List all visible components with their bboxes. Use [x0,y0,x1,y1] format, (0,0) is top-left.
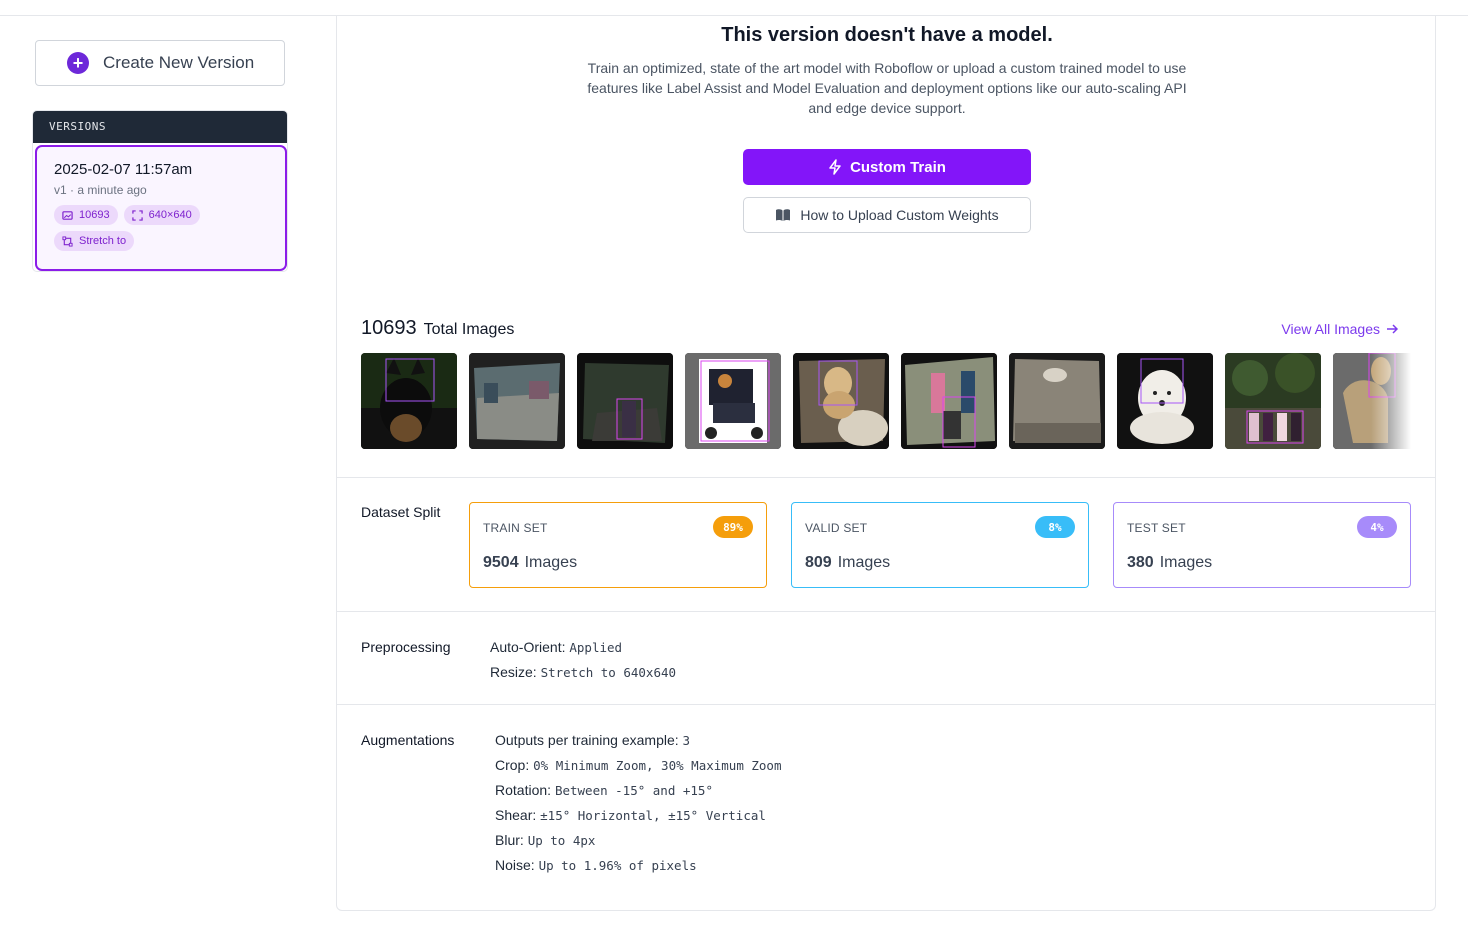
image-count-chip: 10693 [54,205,118,225]
book-icon [776,209,791,221]
augmentation-item: Noise: Up to 1.96% of pixels [495,857,697,873]
augmentation-item: Crop: 0% Minimum Zoom, 30% Maximum Zoom [495,757,782,773]
thumbnail-fade [1371,353,1411,449]
train-set-unit: Images [524,554,578,571]
valid-set-pct: 8% [1035,516,1075,538]
total-images: 10693 Total Images [361,317,514,340]
versions-header: VERSIONS [33,111,287,143]
page-description: Train an optimized, state of the art mod… [587,60,1187,116]
augmentation-item: Blur: Up to 4px [495,832,596,848]
main-panel: This version doesn't have a model. Train… [336,15,1436,911]
page-title: This version doesn't have a model. [721,24,1053,46]
train-set-card: TRAIN SET 89% 9504 Images [469,502,767,588]
train-set-pct: 89% [713,516,753,538]
custom-train-button[interactable]: Custom Train [743,149,1031,185]
plus-circle-icon: + [67,52,89,74]
image-thumbnail[interactable] [577,353,673,449]
image-thumbnail[interactable] [685,353,781,449]
version-chips: 10693 640×640 Stretch to [54,205,254,251]
upload-custom-weights-button[interactable]: How to Upload Custom Weights [743,197,1031,233]
image-thumbnail[interactable] [1009,353,1105,449]
image-thumbnail[interactable] [1225,353,1321,449]
resize-frame-icon [131,209,143,221]
valid-set-count: 809 [805,554,832,571]
augmentation-item: Outputs per training example: 3 [495,732,691,748]
section-divider [337,477,1435,478]
test-set-card: TEST SET 4% 380 Images [1113,502,1411,588]
image-thumbnail[interactable] [793,353,889,449]
custom-train-label: Custom Train [850,158,946,176]
version-subtitle: v1 · a minute ago [54,183,147,197]
version-date: 2025-02-07 11:57am [54,161,193,178]
size-chip: 640×640 [123,205,200,225]
total-images-label: Total Images [423,321,515,338]
train-set-count: 9504 [483,554,519,571]
augmentations-list: Outputs per training example: 3 Crop: 0%… [495,728,781,878]
augmentation-item: Rotation: Between -15° and +15° [495,782,713,798]
image-thumbnail[interactable] [901,353,997,449]
create-new-version-label: Create New Version [103,53,255,72]
test-set-pct: 4% [1357,516,1397,538]
view-all-images-link[interactable]: View All Images [1281,321,1399,337]
image-icon [62,210,73,220]
image-thumbnail[interactable] [1117,353,1213,449]
lightning-icon [829,159,841,175]
section-divider [337,704,1435,705]
valid-set-card: VALID SET 8% 809 Images [791,502,1089,588]
preprocessing-list: Auto-Orient: Applied Resize: Stretch to … [490,635,676,685]
stretch-icon [62,235,73,247]
version-card[interactable]: 2025-02-07 11:57am v1 · a minute ago 106… [35,145,287,271]
create-new-version-button[interactable]: + Create New Version [35,40,285,86]
size-value: 640×640 [148,209,192,221]
upload-weights-label: How to Upload Custom Weights [800,207,999,223]
dataset-split-label: Dataset Split [361,504,441,520]
arrow-right-icon [1387,324,1399,334]
total-images-count: 10693 [361,317,417,339]
view-all-label: View All Images [1281,321,1380,337]
image-thumbnail[interactable] [361,353,457,449]
resize-chip: Stretch to [54,231,135,251]
versions-panel: VERSIONS 2025-02-07 11:57am v1 · a minut… [32,110,288,272]
augmentation-item: Shear: ±15° Horizontal, ±15° Vertical [495,807,766,823]
image-count-value: 10693 [79,209,110,221]
preprocessing-item: Resize: Stretch to 640x640 [490,664,677,680]
valid-set-unit: Images [837,554,891,571]
augmentations-label: Augmentations [361,732,455,748]
image-thumbnail-strip [361,353,1411,449]
image-thumbnail[interactable] [469,353,565,449]
test-set-unit: Images [1159,554,1213,571]
resize-value: Stretch to [79,235,127,247]
preprocessing-item: Auto-Orient: Applied [490,639,623,655]
test-set-count: 380 [1127,554,1154,571]
preprocessing-label: Preprocessing [361,639,451,655]
section-divider [337,611,1435,612]
